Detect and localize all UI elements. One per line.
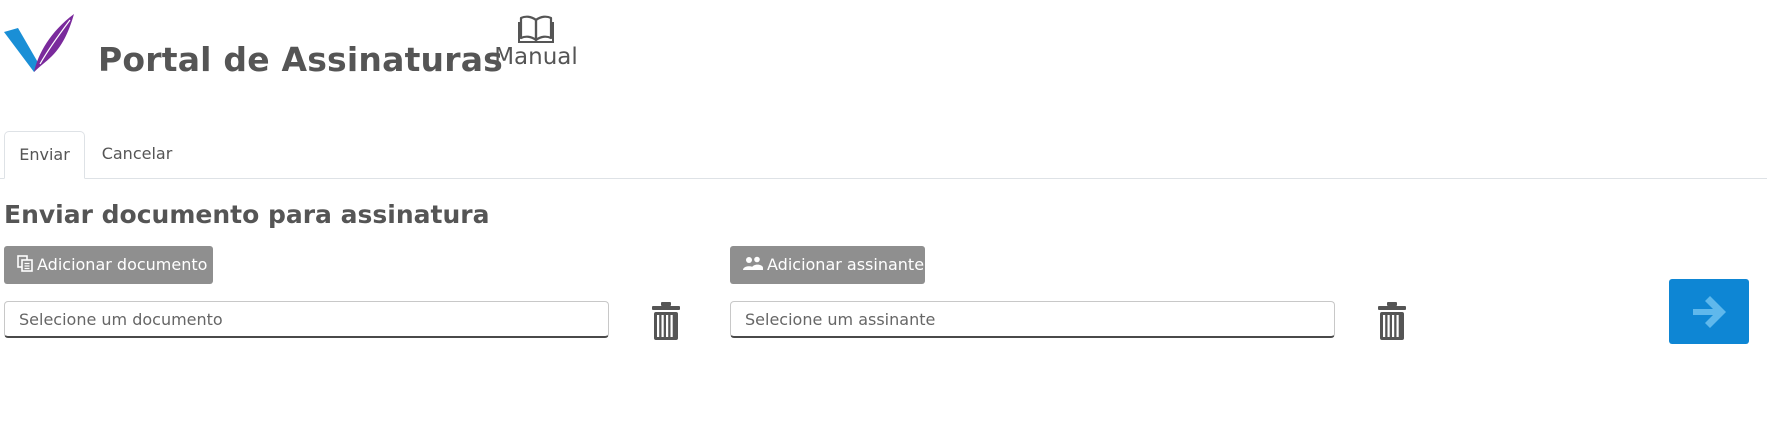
page: Portal de Assinaturas Manual Enviar Canc… — [0, 0, 1767, 435]
delete-document-trash-icon[interactable] — [650, 301, 682, 341]
tab-cancelar[interactable]: Cancelar — [92, 131, 182, 178]
tab-enviar[interactable]: Enviar — [4, 131, 85, 179]
manual-label: Manual — [494, 44, 578, 70]
quill-check-logo — [4, 14, 76, 78]
add-document-button[interactable]: Adicionar documento — [4, 246, 213, 284]
copy-documents-icon — [17, 248, 33, 286]
tab-bar: Enviar Cancelar — [0, 131, 1767, 179]
manual-link[interactable]: Manual — [490, 14, 582, 78]
add-signer-button[interactable]: Adicionar assinante — [730, 246, 925, 284]
next-button[interactable] — [1669, 279, 1749, 344]
open-book-icon — [518, 15, 554, 43]
signer-field[interactable] — [730, 301, 1335, 338]
delete-signer-trash-icon[interactable] — [1376, 301, 1408, 341]
document-field[interactable] — [4, 301, 609, 338]
app-title: Portal de Assinaturas — [98, 40, 504, 79]
users-icon — [743, 248, 763, 286]
add-document-label: Adicionar documento — [37, 255, 208, 274]
section-title: Enviar documento para assinatura — [4, 200, 490, 229]
add-signer-label: Adicionar assinante — [767, 255, 925, 274]
arrow-right-icon — [1693, 296, 1726, 328]
